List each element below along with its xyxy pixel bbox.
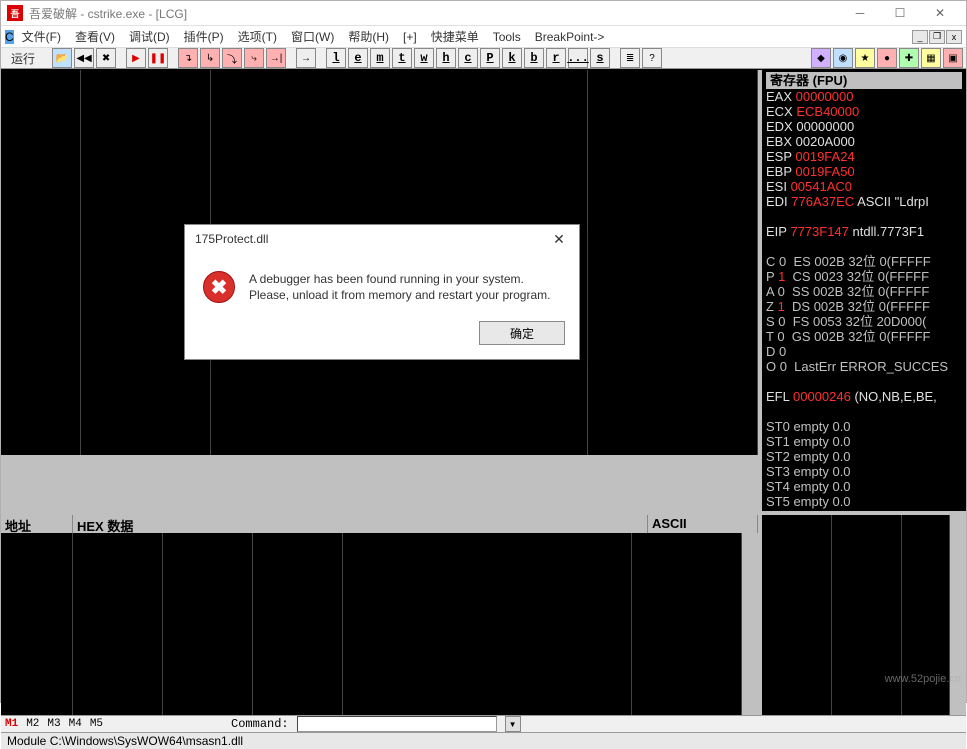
- stack-pane[interactable]: [762, 515, 966, 715]
- menu-plugins[interactable]: 插件(P): [178, 26, 230, 47]
- dump-header: 地址 HEX 数据 ASCII: [1, 515, 758, 533]
- mark-m5[interactable]: M5: [90, 718, 103, 730]
- dialog-message: A debugger has been found running in you…: [249, 271, 550, 303]
- mdi-close[interactable]: x: [946, 30, 962, 44]
- rewind-icon[interactable]: ◀◀: [74, 48, 94, 68]
- btn-w[interactable]: w: [414, 48, 434, 68]
- pause-icon[interactable]: ❚❚: [148, 48, 168, 68]
- mdi-restore[interactable]: ❐: [929, 30, 945, 44]
- dialog-title: 175Protect.dll: [195, 232, 268, 246]
- minimize-button[interactable]: ─: [840, 1, 880, 25]
- menu-debug[interactable]: 调试(D): [123, 26, 176, 47]
- dump-scrollbar[interactable]: [742, 533, 758, 715]
- close-button[interactable]: ✕: [920, 1, 960, 25]
- window-title: 吾爱破解 - cstrike.exe - [LCG]: [29, 5, 840, 22]
- menu-quick[interactable]: 快捷菜单: [425, 26, 485, 47]
- plugin2-icon[interactable]: ◉: [833, 48, 853, 68]
- menu-options[interactable]: 选项(T): [232, 26, 283, 47]
- btn-k[interactable]: k: [502, 48, 522, 68]
- plugin4-icon[interactable]: ●: [877, 48, 897, 68]
- info-strip: [1, 455, 758, 511]
- btn-p[interactable]: P: [480, 48, 500, 68]
- plugin5-icon[interactable]: ✚: [899, 48, 919, 68]
- menubar: C 文件(F) 查看(V) 调试(D) 插件(P) 选项(T) 窗口(W) 帮助…: [1, 26, 966, 48]
- menu-plus[interactable]: [+]: [397, 28, 423, 46]
- dialog-ok-button[interactable]: 确定: [479, 321, 565, 345]
- question-icon[interactable]: ?: [642, 48, 662, 68]
- plugin7-icon[interactable]: ▣: [943, 48, 963, 68]
- left-pane: 地址 HEX 数据 ASCII: [1, 70, 762, 715]
- plugin1-icon[interactable]: ◆: [811, 48, 831, 68]
- dialog-titlebar[interactable]: 175Protect.dll ✕: [185, 225, 579, 253]
- app-icon: 吾: [7, 5, 23, 21]
- menu-window[interactable]: 窗口(W): [285, 26, 340, 47]
- dump-col-hex[interactable]: HEX 数据: [73, 515, 648, 533]
- status-bar: Module C:\Windows\SysWOW64\msasn1.dll: [1, 732, 966, 749]
- toolbar: 运行 📂 ◀◀ ✖ ▶ ❚❚ ↴ ↳ ⤵ ⤷ →| → l e m t w h …: [1, 48, 966, 69]
- mark-bar: M1 M2 M3 M4 M5 Command: ▼: [1, 715, 966, 732]
- btn-b[interactable]: b: [524, 48, 544, 68]
- btn-l[interactable]: l: [326, 48, 346, 68]
- window-controls: ─ ☐ ✕: [840, 1, 960, 25]
- mark-m4[interactable]: M4: [69, 718, 82, 730]
- btn-e[interactable]: e: [348, 48, 368, 68]
- list-icon[interactable]: ≣: [620, 48, 640, 68]
- btn-t[interactable]: t: [392, 48, 412, 68]
- registers-header: 寄存器 (FPU): [766, 72, 962, 89]
- main-area: 地址 HEX 数据 ASCII 寄存器 (FPU) EAX 00000000 E…: [1, 69, 966, 715]
- plugin6-icon[interactable]: ▦: [921, 48, 941, 68]
- trace-over-icon[interactable]: ⤷: [244, 48, 264, 68]
- right-pane: 寄存器 (FPU) EAX 00000000 ECX ECB40000 EDX …: [762, 70, 966, 715]
- command-input[interactable]: [297, 716, 497, 732]
- trace-into-icon[interactable]: ⤵: [222, 48, 242, 68]
- btn-m[interactable]: m: [370, 48, 390, 68]
- registers-pane[interactable]: 寄存器 (FPU) EAX 00000000 ECX ECB40000 EDX …: [762, 70, 966, 511]
- command-dropdown[interactable]: ▼: [505, 716, 521, 732]
- stack-scrollbar[interactable]: [950, 515, 966, 715]
- dump-pane: 地址 HEX 数据 ASCII: [1, 515, 758, 715]
- menu-tools[interactable]: Tools: [487, 28, 527, 46]
- run-icon[interactable]: ▶: [126, 48, 146, 68]
- mark-m3[interactable]: M3: [47, 718, 60, 730]
- btn-more[interactable]: ...: [568, 48, 588, 68]
- open-icon[interactable]: 📂: [52, 48, 72, 68]
- maximize-button[interactable]: ☐: [880, 1, 920, 25]
- command-label: Command:: [231, 717, 289, 731]
- dialog-close-button[interactable]: ✕: [549, 229, 569, 249]
- error-icon: ✖: [203, 271, 235, 303]
- menu-help[interactable]: 帮助(H): [342, 26, 395, 47]
- menu-breakpoint[interactable]: BreakPoint->: [529, 28, 611, 46]
- goto-icon[interactable]: →: [296, 48, 316, 68]
- plugin3-icon[interactable]: ★: [855, 48, 875, 68]
- menu-file[interactable]: 文件(F): [16, 26, 67, 47]
- status-text: Module C:\Windows\SysWOW64\msasn1.dll: [7, 734, 243, 748]
- dump-body[interactable]: [1, 533, 758, 715]
- step-over-icon[interactable]: ↳: [200, 48, 220, 68]
- menu-view[interactable]: 查看(V): [69, 26, 121, 47]
- btn-c[interactable]: c: [458, 48, 478, 68]
- run-to-ret-icon[interactable]: →|: [266, 48, 286, 68]
- step-into-icon[interactable]: ↴: [178, 48, 198, 68]
- error-dialog: 175Protect.dll ✕ ✖ A debugger has been f…: [184, 224, 580, 360]
- titlebar: 吾 吾爱破解 - cstrike.exe - [LCG] ─ ☐ ✕: [1, 1, 966, 26]
- btn-h[interactable]: h: [436, 48, 456, 68]
- btn-s[interactable]: s: [590, 48, 610, 68]
- btn-r[interactable]: r: [546, 48, 566, 68]
- stop-icon[interactable]: ✖: [96, 48, 116, 68]
- mark-m2[interactable]: M2: [26, 718, 39, 730]
- dump-col-ascii[interactable]: ASCII: [648, 515, 758, 533]
- mark-m1[interactable]: M1: [5, 718, 18, 730]
- run-status: 运行: [3, 50, 43, 67]
- child-icon: C: [5, 30, 14, 44]
- mdi-minimize[interactable]: _: [912, 30, 928, 44]
- dump-col-addr[interactable]: 地址: [1, 515, 73, 533]
